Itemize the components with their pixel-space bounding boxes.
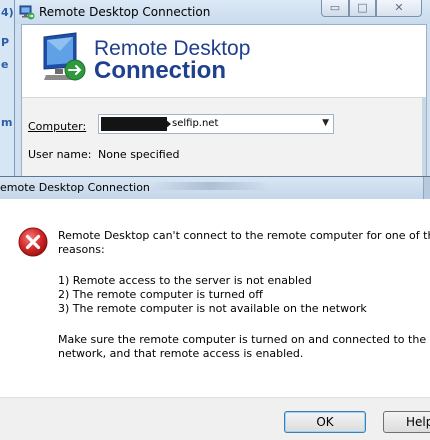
reason-item: 3) The remote computer is not available … xyxy=(58,302,367,315)
dialog-footer: OK Help xyxy=(0,397,430,440)
edge-text: 4) xyxy=(1,6,14,19)
username-value: None specified xyxy=(98,148,180,161)
computer-combobox[interactable]: selfip.net ▼ xyxy=(98,114,334,134)
window-title: Remote Desktop Connection xyxy=(39,5,211,19)
reason-item: 2) The remote computer is turned off xyxy=(58,288,263,301)
dialog-titlebar[interactable]: emote Desktop Connection xyxy=(0,177,430,199)
dropdown-arrow-icon[interactable]: ▼ xyxy=(322,118,329,128)
connection-settings: Computer: selfip.net ▼ User name: None s… xyxy=(22,97,426,182)
banner-title-line2: Connection xyxy=(94,57,226,84)
edge-text: P xyxy=(1,36,10,49)
maximize-button[interactable]: □ xyxy=(349,0,376,17)
error-icon xyxy=(18,227,48,257)
remote-desktop-app-icon xyxy=(19,5,35,20)
minimize-button[interactable]: ▭ xyxy=(321,0,349,17)
username-label: User name: xyxy=(28,148,92,161)
dialog-frame-corner xyxy=(423,177,430,199)
background-window-edge: 4) P e m xyxy=(0,0,15,178)
connection-panel: Remote Desktop Connection Computer: self… xyxy=(21,24,427,182)
advice-line1: Make sure the remote computer is turned … xyxy=(58,333,427,346)
edge-text: e xyxy=(1,58,9,71)
computer-value: selfip.net xyxy=(172,118,219,129)
ok-button[interactable]: OK xyxy=(284,411,366,433)
dialog-body: Remote Desktop can't connect to the remo… xyxy=(0,199,430,397)
help-button[interactable]: Help xyxy=(383,411,430,433)
remote-desktop-logo-icon xyxy=(43,32,86,81)
computer-label: Computer: xyxy=(28,120,87,133)
window-titlebar[interactable]: Remote Desktop Connection ▭ □ ✕ xyxy=(15,0,430,24)
titlebar-glow xyxy=(150,182,270,190)
edge-text: m xyxy=(1,116,13,129)
redacted-hostname xyxy=(101,117,167,131)
error-dialog: emote Desktop Connection Remote Desktop … xyxy=(0,176,430,440)
remote-desktop-connection-window: Remote Desktop Connection ▭ □ ✕ Remote D… xyxy=(14,0,430,182)
screen: 4) P e m Remote Desktop Connection ▭ □ ✕ xyxy=(0,0,430,440)
window-frame-edge xyxy=(422,98,426,182)
redacted-hostname-tip xyxy=(165,119,171,129)
close-button[interactable]: ✕ xyxy=(376,0,422,17)
minimize-icon: ▭ xyxy=(329,1,341,14)
error-message-line1: Remote Desktop can't connect to the remo… xyxy=(58,229,430,242)
connection-banner: Remote Desktop Connection xyxy=(22,25,426,97)
dialog-title: emote Desktop Connection xyxy=(0,181,150,194)
maximize-icon: □ xyxy=(357,1,368,14)
advice-line2: network, and that remote access is enabl… xyxy=(58,347,304,360)
error-message-line2: reasons: xyxy=(58,243,105,256)
close-icon: ✕ xyxy=(394,1,404,14)
reason-item: 1) Remote access to the server is not en… xyxy=(58,274,312,287)
